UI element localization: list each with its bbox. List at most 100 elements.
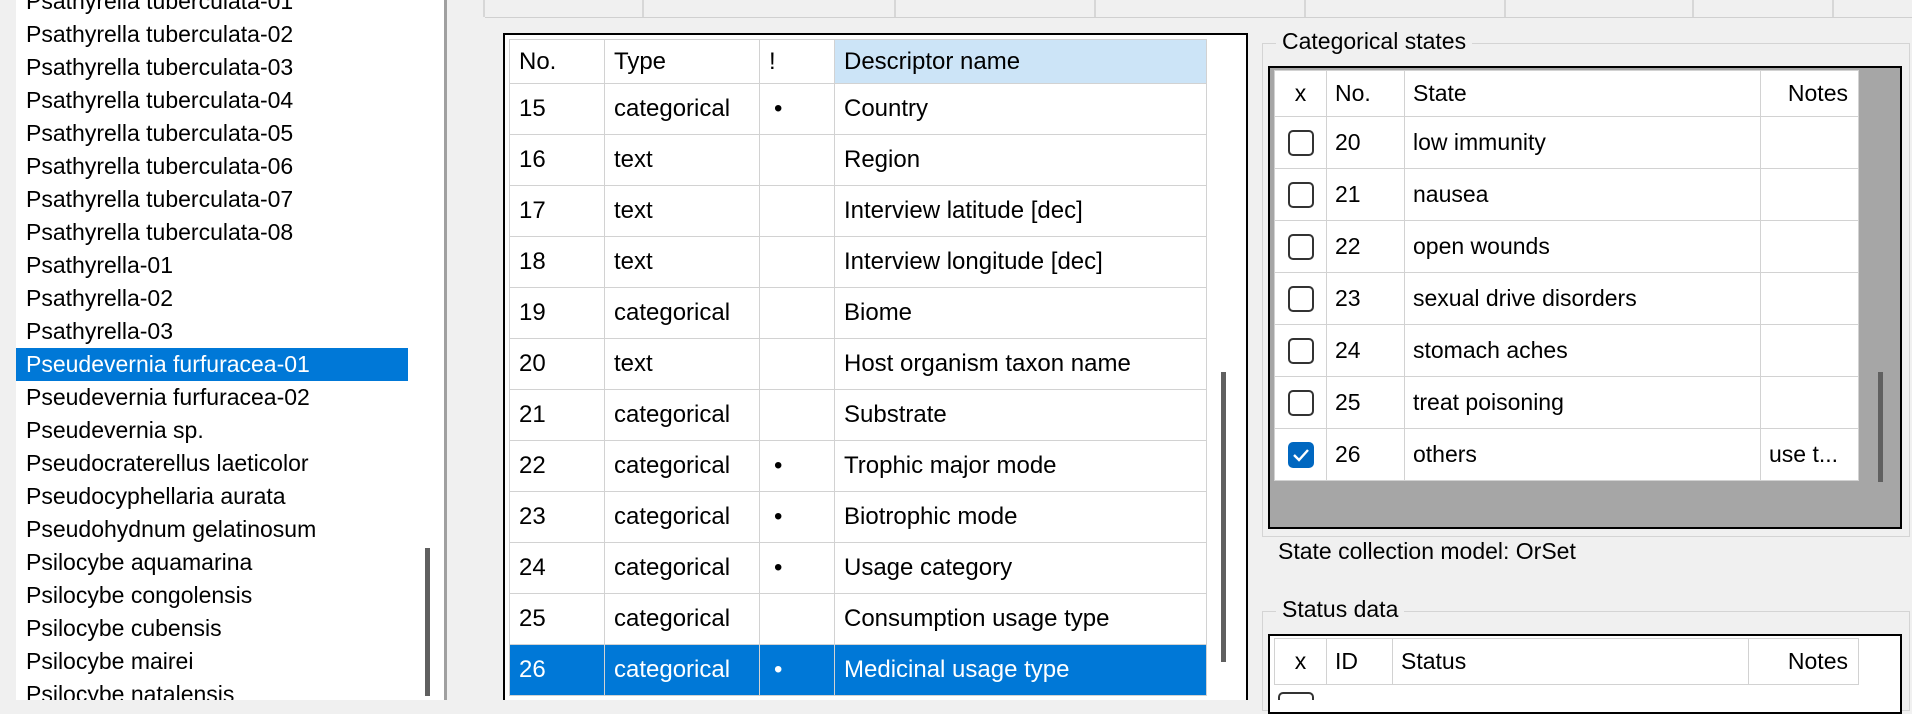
state-row[interactable]: 24 stomach aches: [1274, 324, 1859, 377]
checkbox[interactable]: [1287, 130, 1314, 157]
states-scrollbar-thumb[interactable]: [1878, 372, 1883, 482]
state-notes-cell: [1760, 324, 1859, 377]
descriptor-no-cell: 25: [509, 593, 605, 645]
state-row[interactable]: 26 others use t...: [1274, 428, 1859, 481]
taxon-list-item[interactable]: Psathyrella tuberculata-02: [16, 18, 408, 51]
panel-splitter[interactable]: [444, 0, 447, 700]
descriptor-row[interactable]: 24 categorical • Usage category: [509, 542, 1207, 594]
taxon-list-item[interactable]: Pseudevernia sp.: [16, 414, 408, 447]
column-header-type[interactable]: Type: [604, 39, 760, 84]
status-data-grid[interactable]: x ID Status Notes: [1268, 634, 1902, 714]
taxon-list-item[interactable]: Pseudocraterellus laeticolor: [16, 447, 408, 480]
state-name-cell: low immunity: [1404, 116, 1761, 169]
column-header-no[interactable]: No.: [509, 39, 605, 84]
column-header-no[interactable]: No.: [1326, 70, 1405, 117]
descriptor-important-cell: [759, 287, 835, 339]
state-row[interactable]: 22 open wounds: [1274, 220, 1859, 273]
column-header-status[interactable]: Status: [1392, 638, 1749, 685]
taxon-list-item[interactable]: Psathyrella-03: [16, 315, 408, 348]
checked-checkbox[interactable]: [1287, 442, 1314, 469]
taxon-list[interactable]: Psathyrella tuberculata-01 Psathyrella tu…: [16, 0, 444, 700]
descriptor-row[interactable]: 21 categorical Substrate: [509, 389, 1207, 441]
column-header-descriptor-name[interactable]: Descriptor name: [834, 39, 1207, 84]
descriptor-row[interactable]: 19 categorical Biome: [509, 287, 1207, 339]
column-header-notes[interactable]: Notes: [1760, 70, 1859, 117]
status-header-row: x ID Status Notes: [1274, 638, 1859, 685]
descriptor-type-cell: text: [604, 338, 760, 390]
checkbox[interactable]: [1287, 182, 1314, 209]
descriptor-row[interactable]: 16 text Region: [509, 134, 1207, 186]
status-data-title: Status data: [1276, 596, 1405, 623]
column-header-important[interactable]: !: [759, 39, 835, 84]
tab-separator: [894, 0, 896, 17]
checkbox[interactable]: [1287, 338, 1314, 365]
checkbox[interactable]: [1287, 286, 1314, 313]
descriptor-no-cell: 16: [509, 134, 605, 186]
state-no-cell: 24: [1326, 324, 1405, 377]
taxon-list-item[interactable]: Psathyrella tuberculata-06: [16, 150, 408, 183]
state-no-cell: 21: [1326, 168, 1405, 221]
taxon-list-item[interactable]: Pseudevernia furfuracea-01: [16, 348, 408, 381]
state-notes-cell: [1760, 116, 1859, 169]
column-header-x[interactable]: x: [1274, 638, 1327, 685]
states-table: x No. State Notes 20 low immunity 21 nausea…: [1274, 70, 1859, 481]
descriptor-no-cell: 26: [509, 644, 605, 696]
state-name-cell: stomach aches: [1404, 324, 1761, 377]
state-no-cell: 23: [1326, 272, 1405, 325]
checkbox[interactable]: [1287, 390, 1314, 417]
descriptor-important-cell: [759, 236, 835, 288]
descriptor-row[interactable]: 18 text Interview longitude [dec]: [509, 236, 1207, 288]
taxon-list-item[interactable]: Psathyrella tuberculata-04: [16, 84, 408, 117]
taxon-list-item[interactable]: Psathyrella tuberculata-08: [16, 216, 408, 249]
descriptor-row[interactable]: 22 categorical • Trophic major mode: [509, 440, 1207, 492]
taxon-list-item[interactable]: Pseudohydnum gelatinosum: [16, 513, 408, 546]
state-notes-cell: [1760, 376, 1859, 429]
taxon-list-item[interactable]: Psathyrella tuberculata-03: [16, 51, 408, 84]
column-header-id[interactable]: ID: [1326, 638, 1393, 685]
column-header-state[interactable]: State: [1404, 70, 1761, 117]
descriptor-type-cell: text: [604, 236, 760, 288]
taxon-list-item[interactable]: Psathyrella tuberculata-05: [16, 117, 408, 150]
taxon-list-item[interactable]: Psilocybe cubensis: [16, 612, 408, 645]
taxon-panel: Psathyrella tuberculata-01 Psathyrella tu…: [0, 0, 447, 700]
taxon-list-item[interactable]: Psilocybe natalensis: [16, 678, 408, 700]
categorical-states-grid[interactable]: x No. State Notes 20 low immunity 21 nausea…: [1268, 66, 1902, 529]
taxon-list-item[interactable]: Psilocybe aquamarina: [16, 546, 408, 579]
descriptor-scrollbar-thumb[interactable]: [1221, 372, 1226, 662]
column-header-notes[interactable]: Notes: [1748, 638, 1859, 685]
descriptor-important-cell: [759, 389, 835, 441]
state-row[interactable]: 25 treat poisoning: [1274, 376, 1859, 429]
tab-separator: [483, 0, 485, 17]
tab-separator: [1304, 0, 1306, 17]
descriptor-important-cell: [759, 134, 835, 186]
descriptor-row[interactable]: 25 categorical Consumption usage type: [509, 593, 1207, 645]
descriptor-grid[interactable]: No. Type ! Descriptor name 15 categorical…: [503, 33, 1248, 700]
state-row[interactable]: 20 low immunity: [1274, 116, 1859, 169]
taxon-list-item[interactable]: Psathyrella tuberculata-07: [16, 183, 408, 216]
state-notes-cell: [1760, 168, 1859, 221]
descriptor-row[interactable]: 20 text Host organism taxon name: [509, 338, 1207, 390]
tab-baseline: [485, 17, 1912, 18]
status-row-checkbox[interactable]: [1278, 692, 1314, 700]
checkbox[interactable]: [1287, 234, 1314, 261]
descriptor-row[interactable]: 17 text Interview latitude [dec]: [509, 185, 1207, 237]
state-row[interactable]: 23 sexual drive disorders: [1274, 272, 1859, 325]
taxon-list-item[interactable]: Pseudevernia furfuracea-02: [16, 381, 408, 414]
taxon-list-item[interactable]: Psathyrella-02: [16, 282, 408, 315]
taxon-list-item[interactable]: Psathyrella-01: [16, 249, 408, 282]
state-row[interactable]: 21 nausea: [1274, 168, 1859, 221]
column-header-x[interactable]: x: [1274, 70, 1327, 117]
descriptor-row[interactable]: 15 categorical • Country: [509, 83, 1207, 135]
descriptor-important-cell: •: [759, 542, 835, 594]
descriptor-no-cell: 24: [509, 542, 605, 594]
state-no-cell: 25: [1326, 376, 1405, 429]
tab-separator: [1692, 0, 1694, 17]
taxon-list-item[interactable]: Psilocybe mairei: [16, 645, 408, 678]
descriptor-row[interactable]: 26 categorical • Medicinal usage type: [509, 644, 1207, 696]
taxon-list-scrollbar-thumb[interactable]: [425, 548, 430, 696]
categorical-states-title: Categorical states: [1276, 28, 1473, 55]
descriptor-row[interactable]: 23 categorical • Biotrophic mode: [509, 491, 1207, 543]
taxon-list-item[interactable]: Pseudocyphellaria aurata: [16, 480, 408, 513]
taxon-list-item[interactable]: Psilocybe congolensis: [16, 579, 408, 612]
taxon-list-item[interactable]: Psathyrella tuberculata-01: [16, 0, 408, 18]
